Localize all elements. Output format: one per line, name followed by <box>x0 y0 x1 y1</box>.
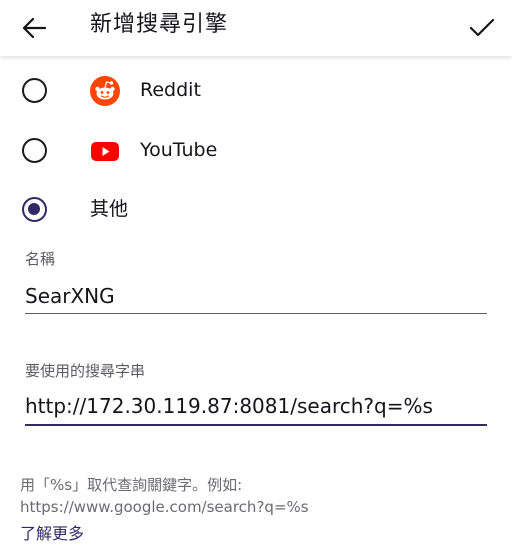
radio-reddit[interactable] <box>22 78 47 103</box>
search-string-input[interactable] <box>25 392 487 420</box>
name-input-underline <box>25 313 487 314</box>
search-string-field-label: 要使用的搜尋字串 <box>25 362 146 380</box>
option-label-reddit: Reddit <box>140 79 201 101</box>
option-other[interactable]: 其他 <box>0 181 512 237</box>
name-input[interactable] <box>25 282 487 310</box>
help-text: 用「%s」取代查詢關鍵字。例如: <box>20 476 243 494</box>
search-string-input-underline <box>25 424 487 426</box>
checkmark-icon <box>469 18 495 37</box>
reddit-icon <box>90 76 120 106</box>
back-button[interactable] <box>16 10 52 46</box>
help-example-url: https://www.google.com/search?q=%s <box>20 498 309 516</box>
name-field-label: 名稱 <box>25 250 56 268</box>
option-reddit[interactable]: Reddit <box>0 62 512 118</box>
youtube-icon <box>91 142 119 161</box>
option-label-youtube: YouTube <box>140 139 218 161</box>
page-title: 新增搜尋引擎 <box>90 12 229 37</box>
learn-more-link[interactable]: 了解更多 <box>20 520 84 544</box>
option-label-other: 其他 <box>90 198 129 220</box>
option-youtube[interactable]: YouTube <box>0 122 512 178</box>
save-button[interactable] <box>462 8 502 48</box>
radio-youtube[interactable] <box>22 138 47 163</box>
app-bar: 新增搜尋引擎 <box>0 0 512 56</box>
back-arrow-icon <box>22 17 47 39</box>
radio-other[interactable] <box>22 197 47 222</box>
